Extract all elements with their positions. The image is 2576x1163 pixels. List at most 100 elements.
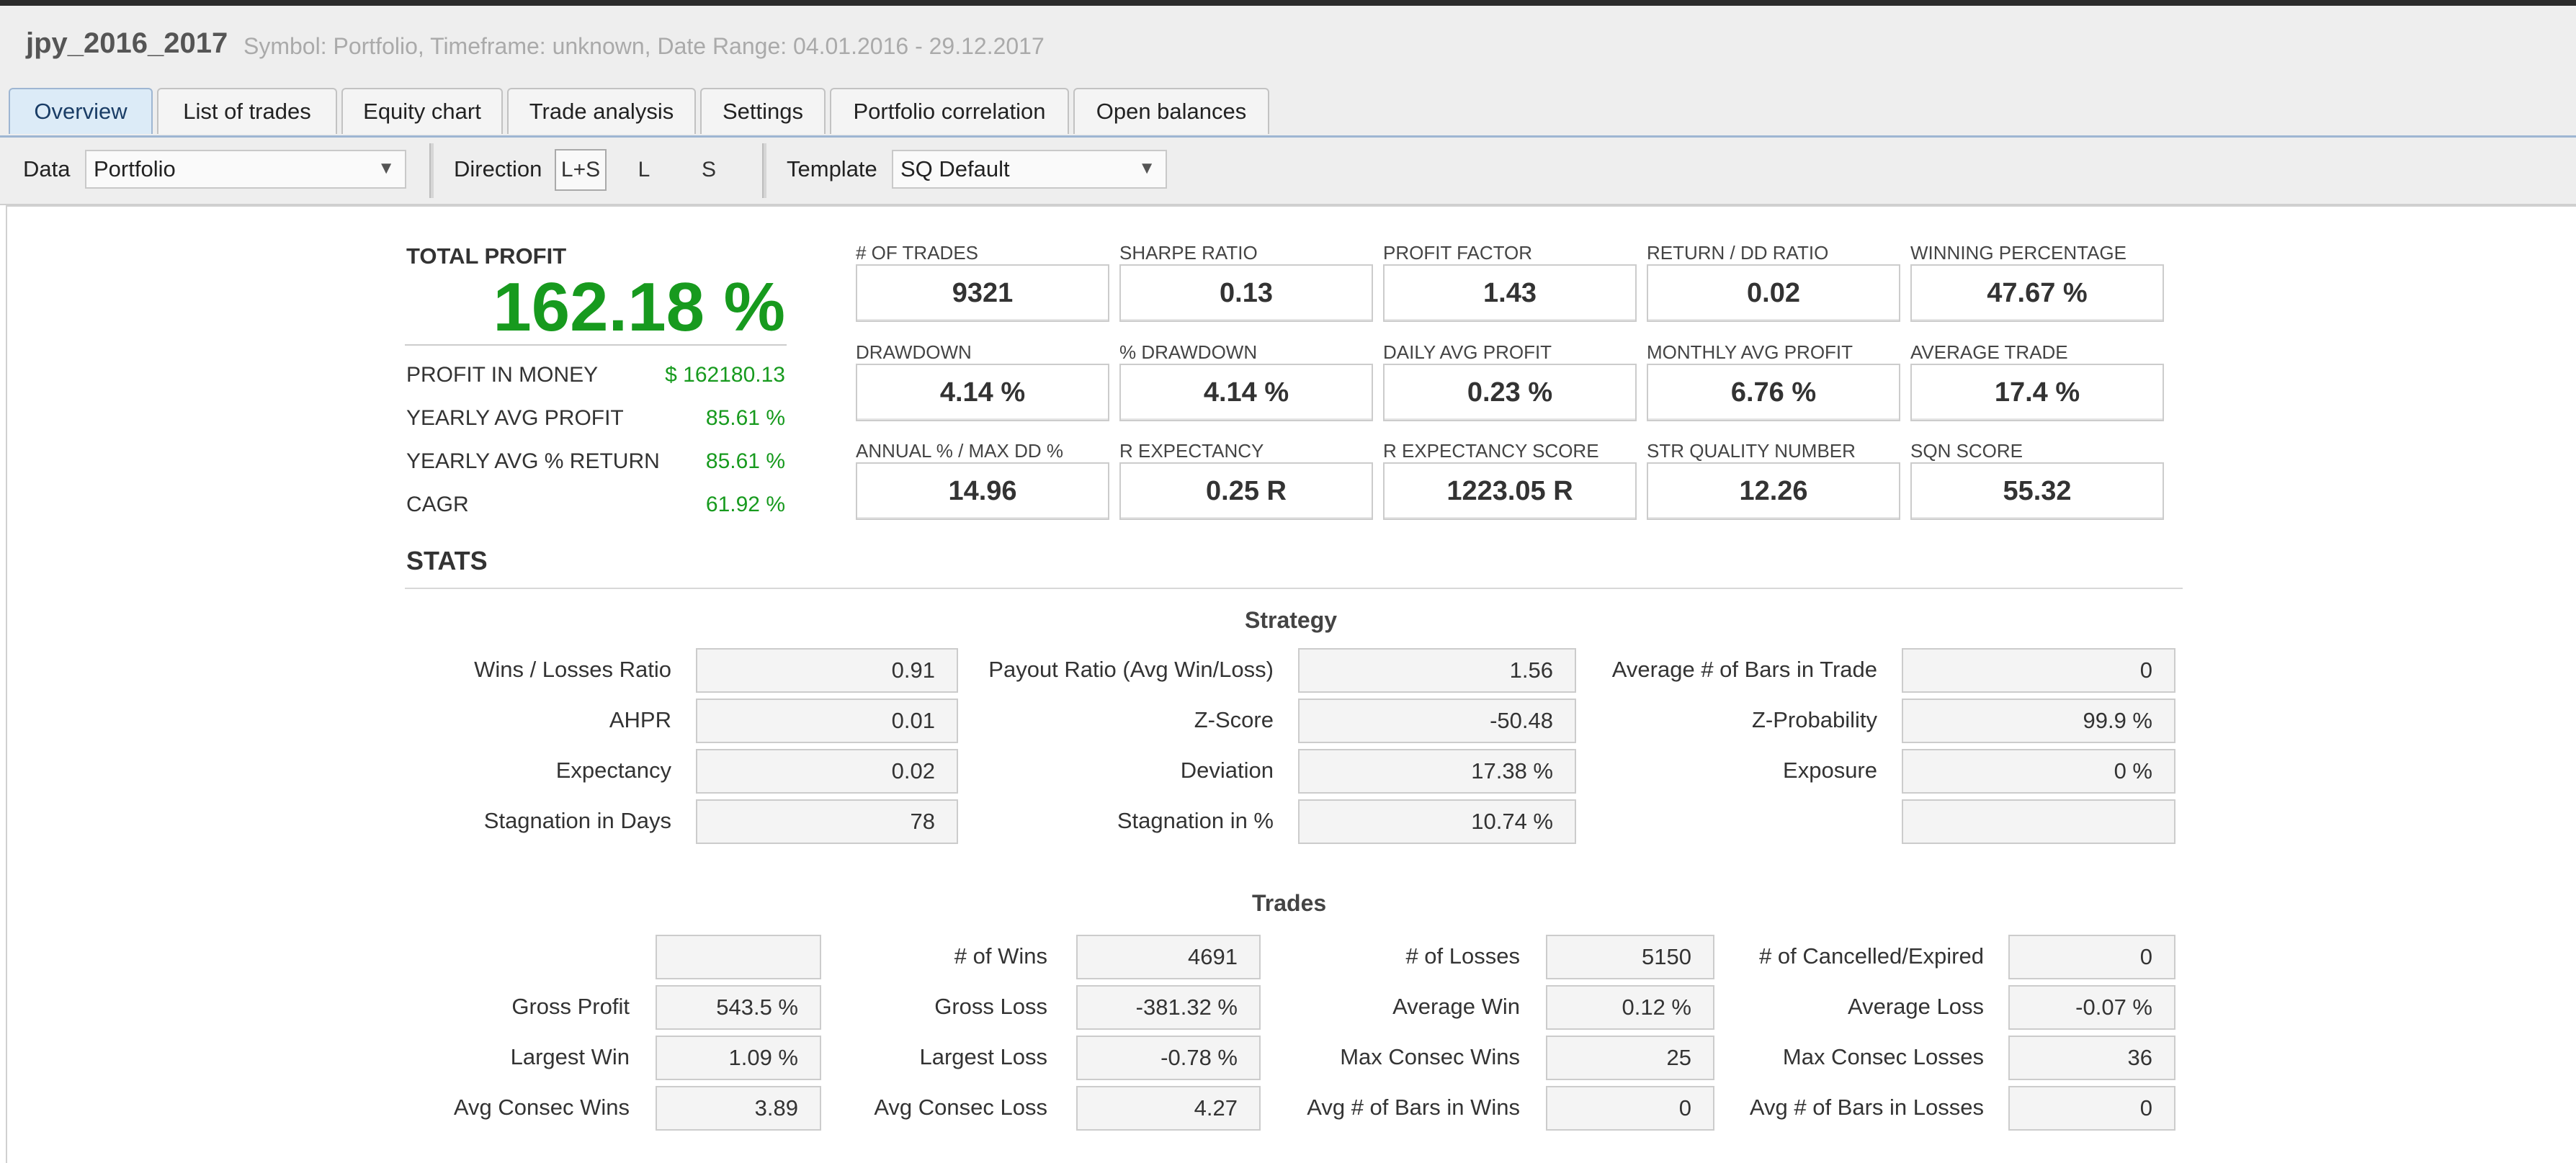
trades-stat-label: # of Wins xyxy=(954,943,1047,969)
total-profit-label: TOTAL PROFIT xyxy=(406,243,567,269)
tab-equity-chart[interactable]: Equity chart xyxy=(341,88,503,134)
tab-trade-analysis[interactable]: Trade analysis xyxy=(507,88,696,134)
metric-value: 0.25 R xyxy=(1119,462,1373,520)
strategy-stat-value: 0 xyxy=(1902,648,2175,693)
trades-stat-label: # of Cancelled/Expired xyxy=(1759,943,1984,969)
dropdown-arrow-icon: ▼ xyxy=(1138,158,1155,178)
metric-value: 47.67 % xyxy=(1910,264,2164,322)
template-label: Template xyxy=(787,156,877,181)
trades-stat-label: Largest Win xyxy=(510,1044,630,1069)
summary-label: PROFIT IN MONEY xyxy=(406,363,599,387)
trades-stat-label: Average Win xyxy=(1392,994,1520,1019)
summary-label: YEARLY AVG % RETURN xyxy=(406,449,660,473)
metric-label: WINNING PERCENTAGE xyxy=(1910,242,2126,264)
trades-section-title: Trades xyxy=(1252,890,1327,916)
trades-stat-label: Gross Loss xyxy=(934,994,1047,1019)
trades-stat-value: 4691 xyxy=(1076,935,1261,979)
strategy-stat-label: Payout Ratio (Avg Win/Loss) xyxy=(988,657,1274,682)
tab-overview[interactable]: Overview xyxy=(9,88,153,134)
toolbar-separator xyxy=(762,143,766,198)
trades-stat-value: 1.09 % xyxy=(656,1036,821,1080)
strategy-stat-value: 78 xyxy=(696,799,958,844)
metric-label: # OF TRADES xyxy=(856,242,979,264)
trades-stat-value: 3.89 xyxy=(656,1086,821,1131)
strategy-stat-value: 10.74 % xyxy=(1298,799,1576,844)
tab-list-of-trades[interactable]: List of trades xyxy=(157,88,337,134)
trades-stat-value: 36 xyxy=(2008,1036,2175,1080)
strategy-stat-label: Wins / Losses Ratio xyxy=(474,657,671,682)
data-select[interactable]: Portfolio ▼ xyxy=(85,150,406,189)
divider xyxy=(405,344,787,346)
trades-stat-label: Avg Consec Loss xyxy=(874,1095,1047,1120)
toolbar: Data Portfolio ▼ Direction L+S L S Templ… xyxy=(0,138,2576,205)
strategy-stat-value: -50.48 xyxy=(1298,699,1576,743)
metric-label: DAILY AVG PROFIT xyxy=(1383,341,1552,363)
strategy-stat-label: Average # of Bars in Trade xyxy=(1611,657,1877,682)
summary-label: CAGR xyxy=(406,493,469,516)
data-label: Data xyxy=(23,156,71,181)
trades-stat-label: Gross Profit xyxy=(511,994,630,1019)
summary-value: 85.61 % xyxy=(705,449,785,473)
metric-value: 55.32 xyxy=(1910,462,2164,520)
strategy-stat-value: 17.38 % xyxy=(1298,749,1576,794)
metric-value: 1223.05 R xyxy=(1383,462,1637,520)
strategy-stat-value: 99.9 % xyxy=(1902,699,2175,743)
strategy-stat-value: 0 % xyxy=(1902,749,2175,794)
window-info: Symbol: Portfolio, Timeframe: unknown, D… xyxy=(243,33,1045,59)
data-select-value: Portfolio xyxy=(94,156,176,181)
strategy-stat-value: 0.02 xyxy=(696,749,958,794)
strategy-stat-value: 0.91 xyxy=(696,648,958,693)
metric-label: R EXPECTANCY xyxy=(1119,440,1264,462)
divider xyxy=(405,588,2183,589)
trades-stat-label: Avg Consec Wins xyxy=(453,1095,630,1120)
metric-value: 6.76 % xyxy=(1647,364,1900,421)
title-bar: jpy_2016_2017 Symbol: Portfolio, Timefra… xyxy=(0,6,2576,81)
strategy-stat-label: AHPR xyxy=(609,707,671,732)
trades-stat-value: 543.5 % xyxy=(656,985,821,1030)
direction-ls-button[interactable]: L+S xyxy=(555,149,607,191)
strategy-stat-value xyxy=(1902,799,2175,844)
direction-long-button[interactable]: L xyxy=(618,149,670,191)
metric-value: 17.4 % xyxy=(1910,364,2164,421)
strategy-stat-label: Deviation xyxy=(1180,758,1274,783)
template-select[interactable]: SQ Default ▼ xyxy=(892,150,1167,189)
metric-label: RETURN / DD RATIO xyxy=(1647,242,1829,264)
stats-title: STATS xyxy=(406,546,488,575)
strategy-stat-label: Stagnation in % xyxy=(1117,808,1274,833)
trades-stat-value: 25 xyxy=(1546,1036,1714,1080)
direction-short-button[interactable]: S xyxy=(683,149,735,191)
trades-stat-value xyxy=(656,935,821,979)
tab-bar: Overview List of trades Equity chart Tra… xyxy=(0,81,2576,138)
metric-value: 9321 xyxy=(856,264,1109,322)
metric-label: SHARPE RATIO xyxy=(1119,242,1258,264)
trades-stat-value: 0 xyxy=(2008,1086,2175,1131)
trades-stat-value: 0.12 % xyxy=(1546,985,1714,1030)
window-title: jpy_2016_2017 xyxy=(26,27,228,59)
trades-stat-value: -381.32 % xyxy=(1076,985,1261,1030)
strategy-stat-label: Z-Score xyxy=(1194,707,1274,732)
tab-settings[interactable]: Settings xyxy=(700,88,826,134)
tab-open-balances[interactable]: Open balances xyxy=(1073,88,1269,134)
strategy-stat-value: 0.01 xyxy=(696,699,958,743)
metric-label: DRAWDOWN xyxy=(856,341,972,363)
tab-portfolio-correlation[interactable]: Portfolio correlation xyxy=(830,88,1069,134)
metric-value: 4.14 % xyxy=(856,364,1109,421)
metric-label: ANNUAL % / MAX DD % xyxy=(856,440,1063,462)
metric-value: 0.02 xyxy=(1647,264,1900,322)
trades-stat-label: Max Consec Wins xyxy=(1340,1044,1520,1069)
window-top-strip xyxy=(0,0,2576,6)
summary-value: 61.92 % xyxy=(705,493,785,516)
metric-value: 14.96 xyxy=(856,462,1109,520)
dropdown-arrow-icon: ▼ xyxy=(377,158,395,178)
metric-value: 0.13 xyxy=(1119,264,1373,322)
trades-stat-value: -0.78 % xyxy=(1076,1036,1261,1080)
trades-stat-value: -0.07 % xyxy=(2008,985,2175,1030)
strategy-stat-label: Exposure xyxy=(1783,758,1877,783)
strategy-section-title: Strategy xyxy=(1245,607,1338,633)
metric-label: AVERAGE TRADE xyxy=(1910,341,2068,363)
strategy-stat-label: Stagnation in Days xyxy=(483,808,671,833)
metric-label: R EXPECTANCY SCORE xyxy=(1383,440,1599,462)
toolbar-separator xyxy=(429,143,434,198)
strategy-stat-value: 1.56 xyxy=(1298,648,1576,693)
trades-stat-label: Avg # of Bars in Losses xyxy=(1749,1095,1984,1120)
